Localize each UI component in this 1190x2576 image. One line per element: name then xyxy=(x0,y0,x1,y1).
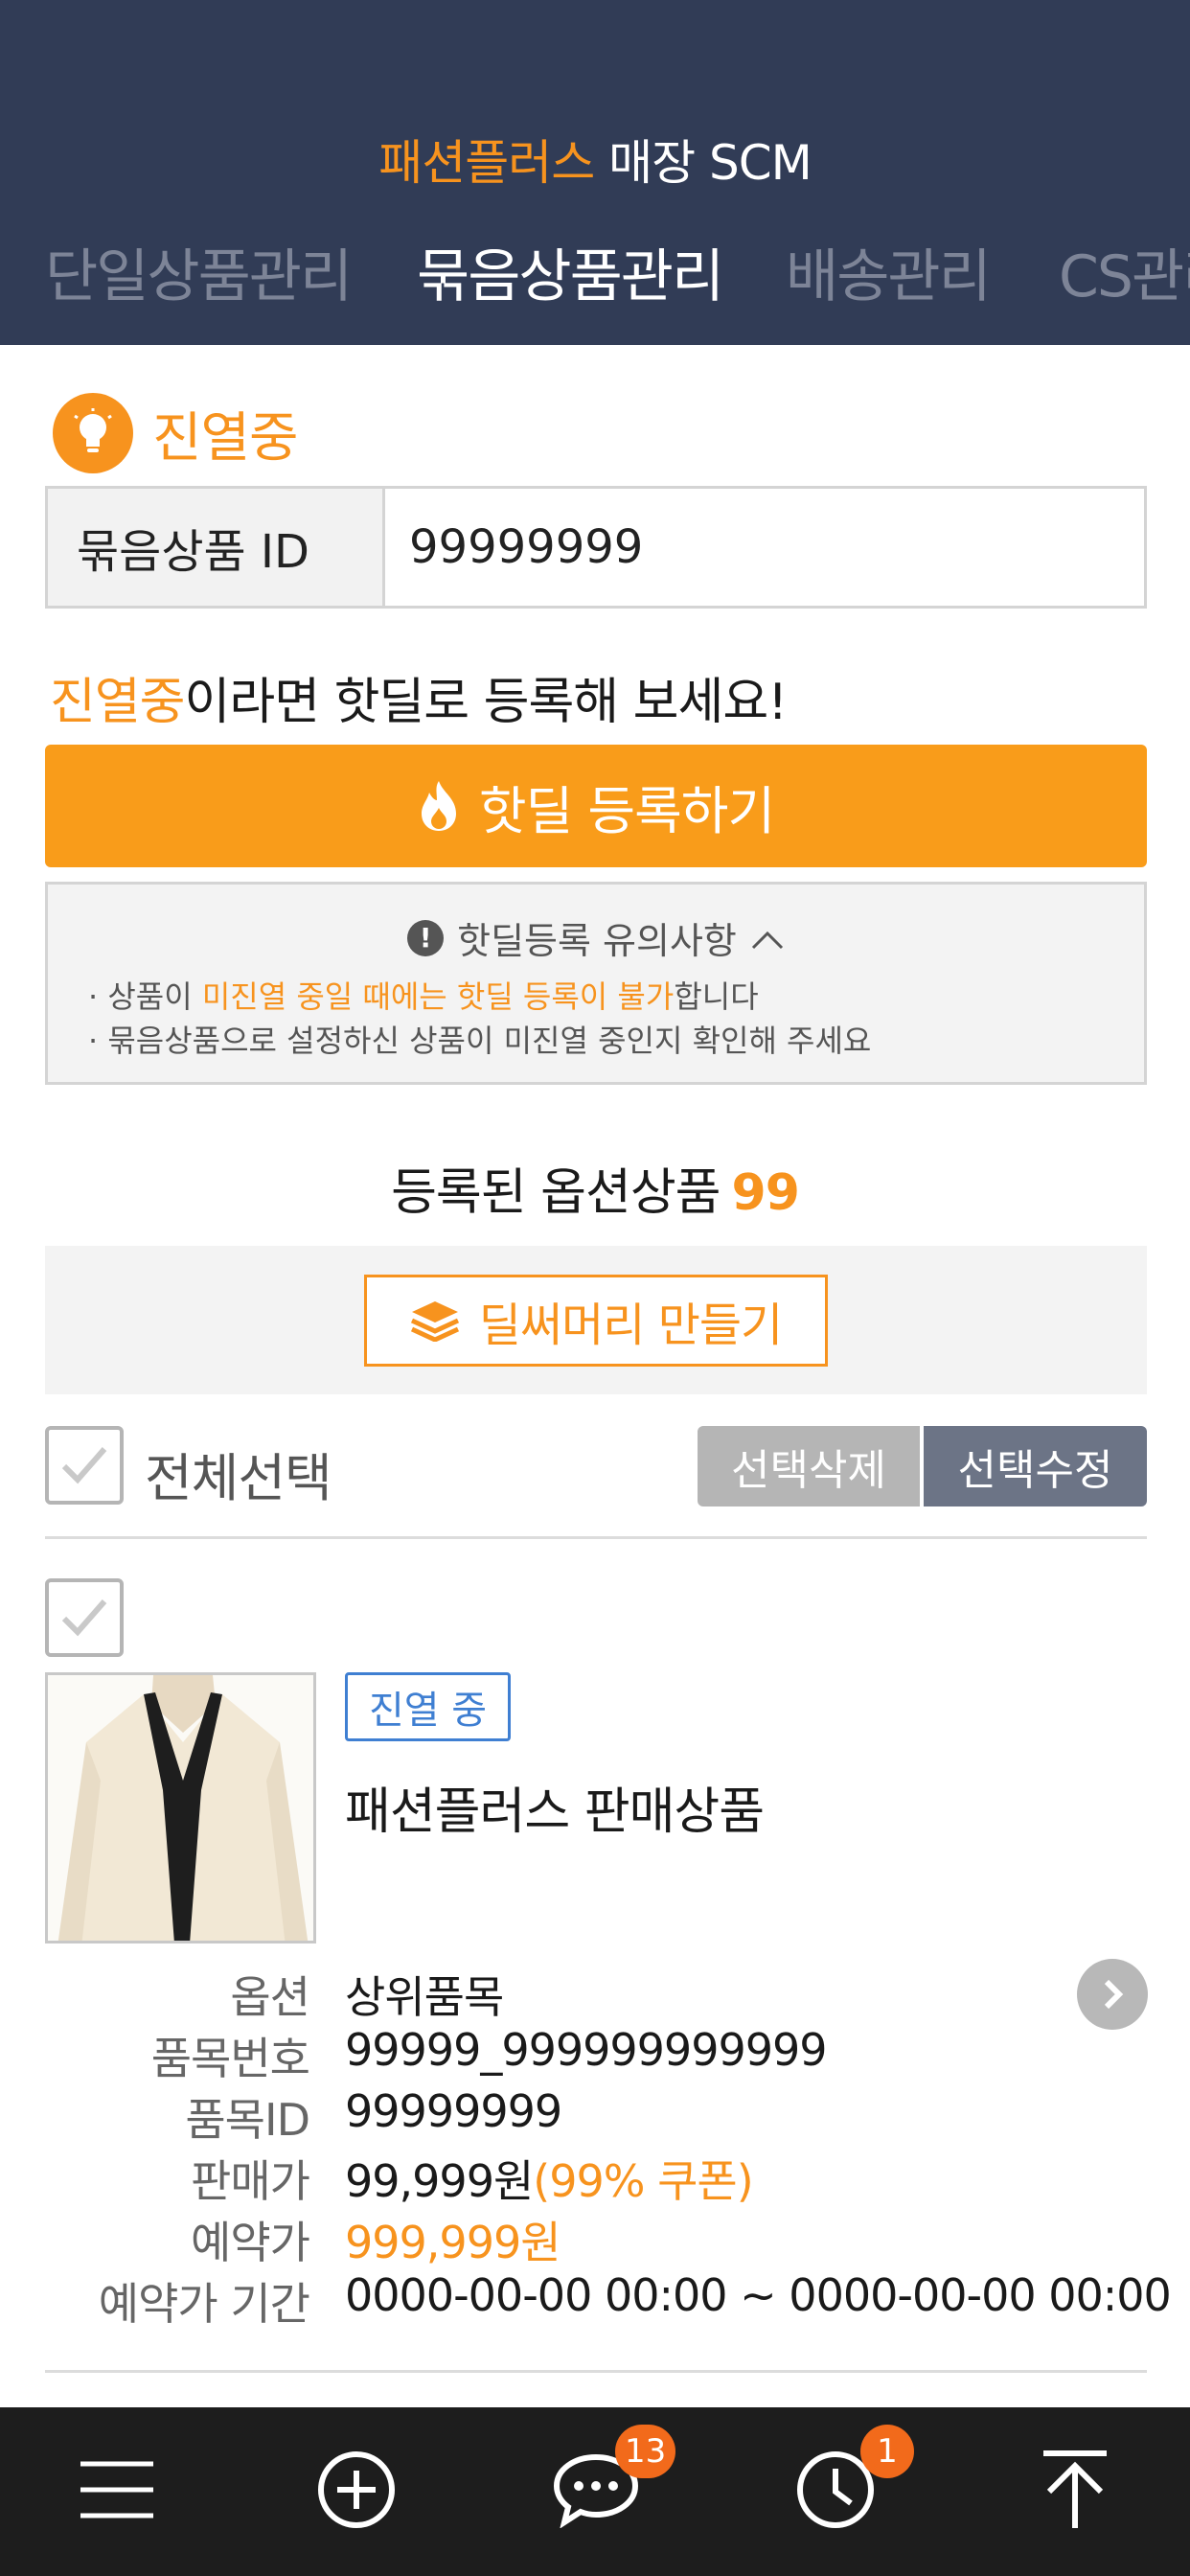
exclamation-icon: ! xyxy=(407,919,445,956)
info-row-item-id: 품목ID 99999999 xyxy=(0,2085,1150,2147)
layers-icon xyxy=(410,1300,460,1342)
app-title: 패션플러스 매장 SCM xyxy=(0,125,1190,194)
reserve-price: 999,999원 xyxy=(345,2217,561,2268)
notice-line-2: · 묶음상품으로 설정하신 상품이 미진열 중인지 확인해 주세요 xyxy=(88,1023,872,1059)
item-checkbox[interactable] xyxy=(45,1578,124,1657)
tab-bar: 단일상품관리 묶음상품관리 배송관리 CS관리 xyxy=(0,230,1190,326)
info-row-reserve-price: 예약가 999,999원 xyxy=(0,2208,1150,2269)
brand-name: 패션플러스 xyxy=(378,135,595,191)
divider xyxy=(45,1536,1147,1539)
notice-line-1-suffix: 합니다 xyxy=(674,978,759,1015)
sale-price: 99,999원 xyxy=(345,2155,534,2207)
info-value: 99,999원(99% 쿠폰) xyxy=(345,2147,754,2210)
registered-options-label: 등록된 옵션상품 xyxy=(391,1164,721,1222)
tab-shipping[interactable]: 배송관리 xyxy=(786,230,992,313)
tab-bundle-product[interactable]: 묶음상품관리 xyxy=(417,230,724,313)
chat-icon[interactable]: 13 xyxy=(537,2425,676,2549)
notice-title: 핫딜등록 유의사항 xyxy=(457,920,737,962)
status-label: 진열중 xyxy=(152,406,299,470)
app-title-rest: 매장 SCM xyxy=(594,135,812,191)
select-all-label: 전체선택 xyxy=(145,1448,332,1508)
scroll-top-icon[interactable] xyxy=(1016,2430,1134,2549)
product-name[interactable]: 패션플러스 판매상품 xyxy=(345,1771,765,1843)
info-row-reserve-period: 예약가 기간 0000-00-00 00:00 ~ 0000-00-00 00:… xyxy=(0,2269,1172,2331)
info-key: 예약가 기간 xyxy=(98,2278,310,2330)
lightbulb-icon xyxy=(53,393,133,473)
info-key: 예약가 xyxy=(191,2217,310,2268)
coupon-rate: (99% 쿠폰) xyxy=(533,2155,753,2207)
notice-line-1-accent: 미진열 중일 때에는 핫딜 등록이 불가 xyxy=(201,978,675,1015)
deal-summary-label: 딜써머리 만들기 xyxy=(478,1299,783,1352)
deal-summary-section: 딜써머리 만들기 xyxy=(45,1246,1147,1394)
notice-line-1: · 상품이 미진열 중일 때에는 핫딜 등록이 불가합니다 xyxy=(88,973,759,1017)
chat-count-badge: 13 xyxy=(615,2425,676,2478)
display-status: 진열중 xyxy=(53,393,299,473)
clock-icon[interactable]: 1 xyxy=(776,2425,914,2549)
info-value: 상위품목 xyxy=(345,1971,504,2023)
chevron-up-icon xyxy=(750,917,785,959)
fire-icon xyxy=(418,779,460,833)
info-row-item-number: 품목번호 99999_999999999999 xyxy=(0,2024,1150,2085)
add-circle-icon[interactable] xyxy=(297,2430,416,2549)
info-row-sale-price: 판매가 99,999원(99% 쿠폰) xyxy=(0,2147,1150,2208)
hotdeal-notice: ! 핫딜등록 유의사항 · 상품이 미진열 중일 때에는 핫딜 등록이 불가합니… xyxy=(45,882,1147,1085)
info-value: 99999_999999999999 xyxy=(345,2024,828,2076)
info-key: 품목번호 xyxy=(150,2033,310,2084)
info-key: 판매가 xyxy=(191,2155,310,2207)
app-header: 패션플러스 매장 SCM 단일상품관리 묶음상품관리 배송관리 CS관리 xyxy=(0,0,1190,345)
select-all-checkbox[interactable] xyxy=(45,1426,124,1505)
recent-count-badge: 1 xyxy=(860,2425,914,2478)
tab-cs[interactable]: CS관리 xyxy=(1059,230,1190,313)
info-key: 옵션 xyxy=(230,1971,310,2023)
info-value: 999,999원 xyxy=(345,2208,561,2271)
bottom-nav: 13 1 xyxy=(0,2407,1190,2576)
chevron-right-icon[interactable] xyxy=(1077,1959,1148,2030)
edit-selected-button[interactable]: 선택수정 xyxy=(924,1426,1147,1506)
bundle-id-row: 묶음상품 ID 99999999 xyxy=(45,486,1147,609)
menu-icon[interactable] xyxy=(57,2430,176,2549)
bundle-id-label: 묶음상품 ID xyxy=(48,489,385,606)
tab-single-product[interactable]: 단일상품관리 xyxy=(45,230,353,313)
info-value: 99999999 xyxy=(345,2085,562,2137)
notice-line-1-prefix: · 상품이 xyxy=(88,978,202,1015)
hotdeal-hint: 진열중이라면 핫딜로 등록해 보세요! xyxy=(50,661,789,733)
notice-toggle[interactable]: ! 핫딜등록 유의사항 xyxy=(48,911,1144,964)
info-row-option: 옵션 상위품목 xyxy=(0,1963,1150,2024)
delete-selected-button[interactable]: 선택삭제 xyxy=(698,1426,920,1506)
info-value: 0000-00-00 00:00 ~ 0000-00-00 00:00 xyxy=(345,2269,1172,2321)
divider xyxy=(45,2370,1147,2373)
info-key: 품목ID xyxy=(185,2094,310,2146)
product-image[interactable] xyxy=(45,1672,316,1944)
hint-accent: 진열중 xyxy=(50,674,186,731)
hotdeal-register-button[interactable]: 핫딜 등록하기 xyxy=(45,745,1147,867)
bundle-id-value: 99999999 xyxy=(409,520,644,574)
deal-summary-button[interactable]: 딜써머리 만들기 xyxy=(364,1275,828,1367)
registered-options-count: 99 xyxy=(731,1164,800,1222)
display-status-badge: 진열 중 xyxy=(345,1672,511,1741)
registered-options-title: 등록된 옵션상품 99 xyxy=(0,1152,1190,1224)
hotdeal-button-label: 핫딜 등록하기 xyxy=(478,780,775,841)
hint-text: 이라면 핫딜로 등록해 보세요! xyxy=(184,674,789,731)
selection-toolbar: 전체선택 선택삭제 선택수정 xyxy=(45,1426,1147,1508)
